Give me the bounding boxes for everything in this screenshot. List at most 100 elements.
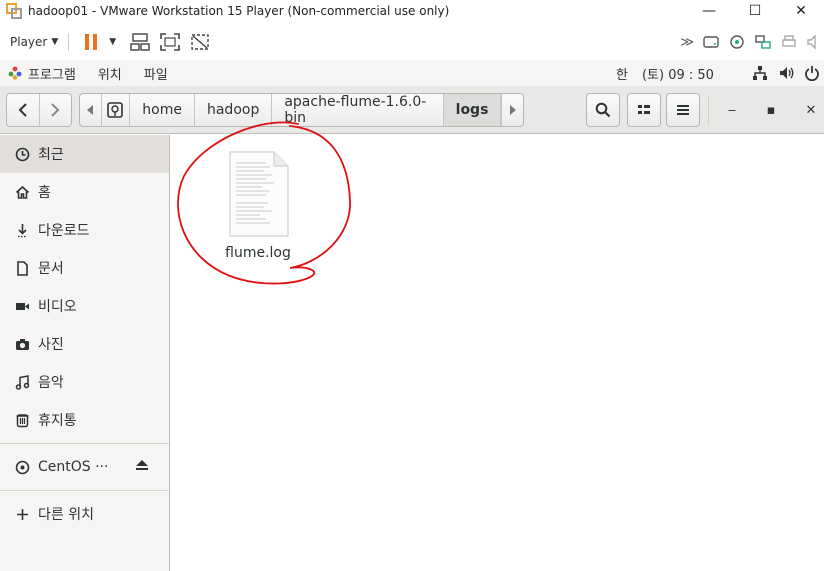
sidebar-item-videos[interactable]: 비디오 [0,287,169,325]
vmware-titlebar: hadoop01 - VMware Workstation 15 Player … [0,0,824,22]
window-title: hadoop01 - VMware Workstation 15 Player … [28,4,450,18]
clock-area[interactable]: 한 (토) 09 : 50 [616,60,714,86]
files-menu[interactable]: 파일 [144,64,168,83]
triangle-right-icon [509,105,516,115]
nautilus-maximize-button[interactable]: ▪ [759,98,783,122]
sidebar-item-recent[interactable]: 최근 [0,135,169,173]
fullscreen-icon [160,33,180,51]
download-icon [14,222,30,238]
sidebar-item-label: 사진 [38,337,64,353]
minimize-button[interactable]: — [686,0,732,22]
trash-icon [14,412,30,428]
path-scroll-left-button[interactable] [80,94,102,126]
music-icon [14,374,30,390]
search-button[interactable] [586,93,620,127]
sidebar-item-trash[interactable]: 휴지통 [0,401,169,439]
chevron-right-icon [51,103,60,117]
system-status[interactable] [752,60,820,86]
sidebar-item-centos-device[interactable]: CentOS ··· [0,448,169,486]
path-crumb-logs[interactable]: logs [443,94,502,126]
sidebar-item-home[interactable]: 홈 [0,173,169,211]
path-root-button[interactable] [102,94,131,126]
places-menu-label: 위치 [97,67,122,83]
sidebar-item-label: 다른 위치 [38,507,94,523]
text-file-icon [229,151,289,237]
sidebar-item-label: 최근 [38,147,64,163]
applications-menu-label: 프로그램 [28,67,76,83]
vmware-toolbar: Player ▼ ▼ ≫ [0,28,824,56]
printer-icon[interactable] [780,34,798,50]
sidebar-item-pictures[interactable]: 사진 [0,325,169,363]
path-crumb-flume[interactable]: apache-flume-1.6.0-bin [272,94,444,126]
file-name: flume.log [225,245,291,261]
maximize-button[interactable]: ☐ [732,0,778,22]
volume-icon [780,67,794,79]
video-icon [14,298,30,314]
hard-disk-icon[interactable] [702,34,720,50]
document-icon [14,260,30,276]
power-icon [805,66,819,81]
pause-button[interactable] [79,30,103,54]
unity-button[interactable] [188,30,212,54]
nautilus-minimize-button[interactable]: ‒ [720,98,744,122]
player-menu[interactable]: Player ▼ [10,35,58,49]
pause-icon [85,34,98,50]
view-toggle-button[interactable] [627,93,661,127]
file-view[interactable]: flume.log [171,135,824,571]
gnome-top-bar: 프로그램 위치 파일 한 (토) 09 : 50 [0,60,824,86]
camera-icon [14,336,30,352]
player-menu-label: Player [10,35,48,49]
forward-button[interactable] [38,94,72,126]
sidebar-item-label: 비디오 [38,299,77,315]
sidebar-item-music[interactable]: 음악 [0,363,169,401]
sidebar-item-label: 음악 [38,375,64,391]
window-controls: — ☐ ✕ [686,0,824,22]
drive-icon [107,102,124,118]
nautilus-headerbar: home hadoop apache-flume-1.6.0-bin logs … [0,86,824,134]
navigation-buttons [6,93,72,127]
unity-icon [191,34,209,50]
cd-dvd-icon[interactable] [728,34,746,50]
network-wired-icon [753,66,767,80]
network-icon [130,33,150,51]
sidebar-item-documents[interactable]: 문서 [0,249,169,287]
file-item-flume-log[interactable]: flume.log [213,151,303,261]
plus-icon [14,506,30,522]
input-method-indicator[interactable]: 한 [616,64,628,83]
clock-icon [14,146,30,162]
top-bar-menus: 프로그램 위치 파일 [8,64,168,83]
list-view-icon [638,105,650,114]
triangle-left-icon [87,105,94,115]
back-button[interactable] [7,94,39,126]
path-crumb-home[interactable]: home [130,94,195,126]
sidebar-item-other-locations[interactable]: 다른 위치 [0,495,169,533]
path-scroll-right-button[interactable] [501,94,523,126]
sidebar-item-label: 휴지통 [38,413,77,429]
eject-icon[interactable] [135,459,149,475]
toolbar-divider [68,33,70,51]
more-devices-icon[interactable]: ≫ [680,35,694,50]
send-ctrl-alt-del-button[interactable] [128,30,152,54]
menu-button[interactable] [666,93,700,127]
places-menu[interactable]: 위치 [98,64,122,83]
home-icon [14,184,30,200]
sidebar-item-label: 다운로드 [38,223,90,239]
nautilus-close-button[interactable]: ✕ [799,98,823,122]
sidebar-item-label: 홈 [38,185,51,201]
sidebar-item-downloads[interactable]: 다운로드 [0,211,169,249]
fullscreen-button[interactable] [158,30,182,54]
search-icon [595,102,611,118]
sound-card-icon[interactable] [806,34,820,50]
dropdown-arrow-icon: ▼ [51,37,59,47]
close-button[interactable]: ✕ [778,0,824,22]
network-adapter-icon[interactable] [754,34,772,50]
chevron-left-icon [18,103,27,117]
apps-icon [8,66,22,80]
applications-menu[interactable]: 프로그램 [8,64,76,83]
sidebar-divider [0,490,169,491]
path-crumb-hadoop[interactable]: hadoop [195,94,273,126]
sidebar-divider [0,443,169,444]
pause-dropdown-icon[interactable]: ▼ [109,37,116,47]
sidebar-item-label: 문서 [38,261,64,277]
clock[interactable]: (토) 09 : 50 [642,64,714,83]
